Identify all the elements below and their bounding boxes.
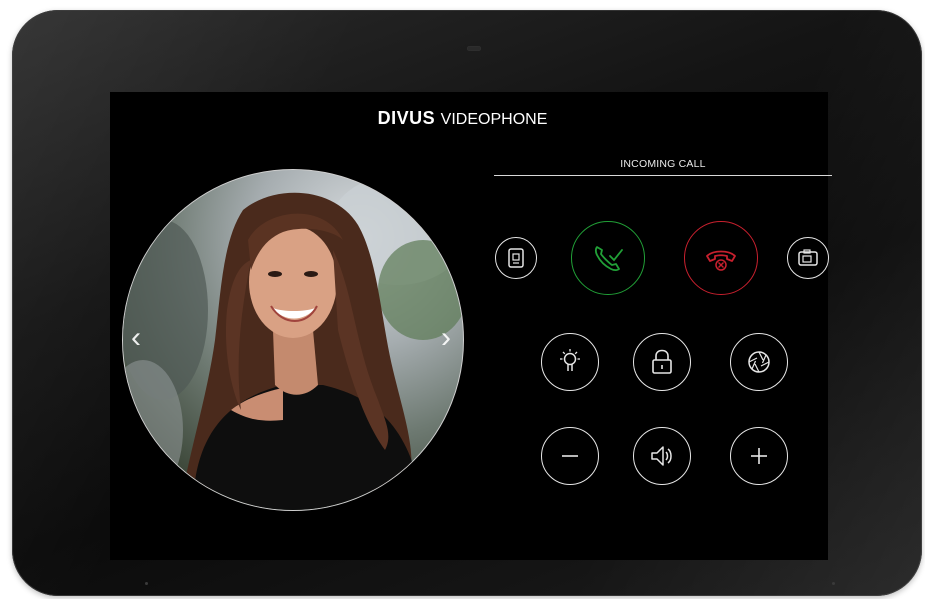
camera-gallery-icon — [798, 249, 818, 266]
brand-bold: DIVUS — [377, 108, 436, 128]
caller-image — [123, 175, 463, 510]
light-icon — [560, 349, 580, 371]
call-status: INCOMING CALL — [620, 158, 706, 170]
intercom-panel-button[interactable] — [495, 237, 537, 279]
next-camera-button[interactable]: › — [437, 320, 455, 356]
previous-camera-button[interactable]: ‹ — [127, 320, 145, 356]
speaker-icon — [651, 446, 672, 466]
reject-call-button[interactable] — [684, 221, 758, 295]
status-led-right — [832, 582, 835, 585]
door-unlock-icon — [652, 349, 672, 374]
video-feed[interactable] — [122, 169, 464, 511]
volume-down-button[interactable] — [541, 427, 599, 485]
camera-shutter-icon — [748, 351, 770, 373]
front-camera — [467, 46, 481, 51]
volume-up-icon — [751, 448, 767, 464]
camera-gallery-button[interactable] — [787, 237, 829, 279]
brand-light: VIDEOPHONE — [440, 111, 548, 128]
camera-shutter-button[interactable] — [730, 333, 788, 391]
status-led-left — [145, 582, 148, 585]
reject-call-icon — [706, 250, 736, 271]
volume-up-button[interactable] — [730, 427, 788, 485]
accept-call-button[interactable] — [571, 221, 645, 295]
light-button[interactable] — [541, 333, 599, 391]
accept-call-icon — [594, 246, 623, 272]
volume-down-icon — [562, 455, 578, 457]
door-unlock-button[interactable] — [633, 333, 691, 391]
brand-title: DIVUS VIDEOPHONE — [0, 108, 925, 129]
speaker-button[interactable] — [633, 427, 691, 485]
intercom-panel-icon — [508, 248, 524, 268]
call-status-divider — [494, 175, 832, 176]
